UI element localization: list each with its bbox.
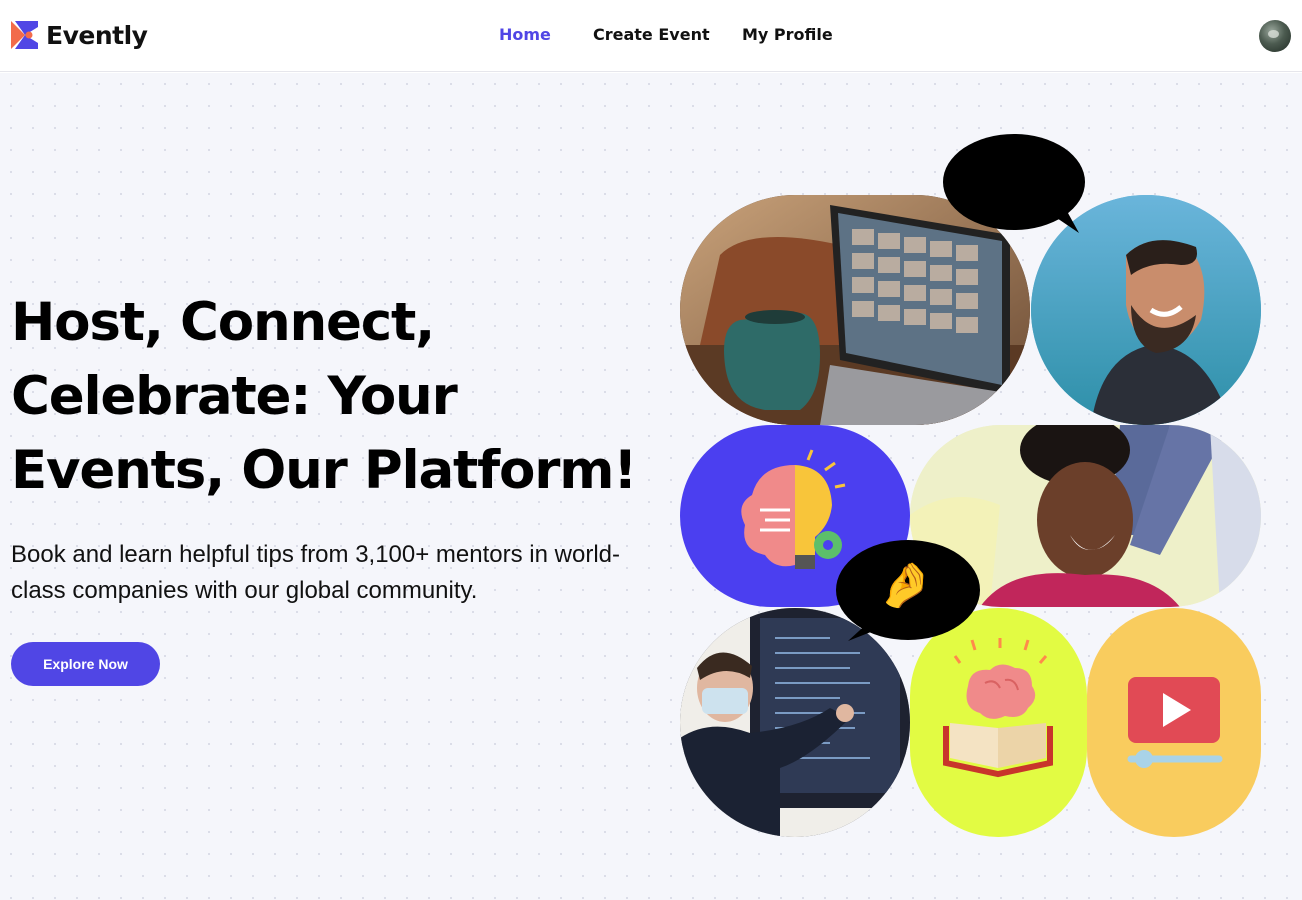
brain-book-illustration [910, 608, 1087, 837]
presenter-image [680, 608, 910, 837]
pinching-hand-emoji-icon: 🤌 [878, 560, 933, 611]
video-player-illustration [1087, 608, 1261, 837]
nav-create-event[interactable]: Create Event [593, 25, 710, 44]
brain-book-icon [943, 638, 1053, 778]
hero-subtext: Book and learn helpful tips from 3,100+ … [11, 541, 620, 604]
presenter-photo [680, 608, 910, 837]
heart-eyes-speech-bubble: 😍 [943, 132, 1086, 234]
nav-home[interactable]: Home [499, 25, 551, 44]
top-navbar: Evently Home Create Event My Profile [0, 0, 1302, 72]
explore-now-button[interactable]: Explore Now [11, 642, 160, 686]
hero-section: Host, Connect, Celebrate: Your Events, O… [0, 73, 1302, 900]
video-player-icon [1127, 677, 1223, 768]
heart-eyes-emoji-icon: 😍 [988, 154, 1036, 208]
pinching-hand-speech-bubble: 🤌 [836, 536, 980, 642]
nav-my-profile[interactable]: My Profile [742, 25, 833, 44]
main-nav: Home Create Event My Profile [0, 25, 1302, 49]
user-avatar[interactable] [1259, 20, 1291, 52]
hero-headline: Host, Connect, Celebrate: Your Events, O… [11, 292, 637, 501]
